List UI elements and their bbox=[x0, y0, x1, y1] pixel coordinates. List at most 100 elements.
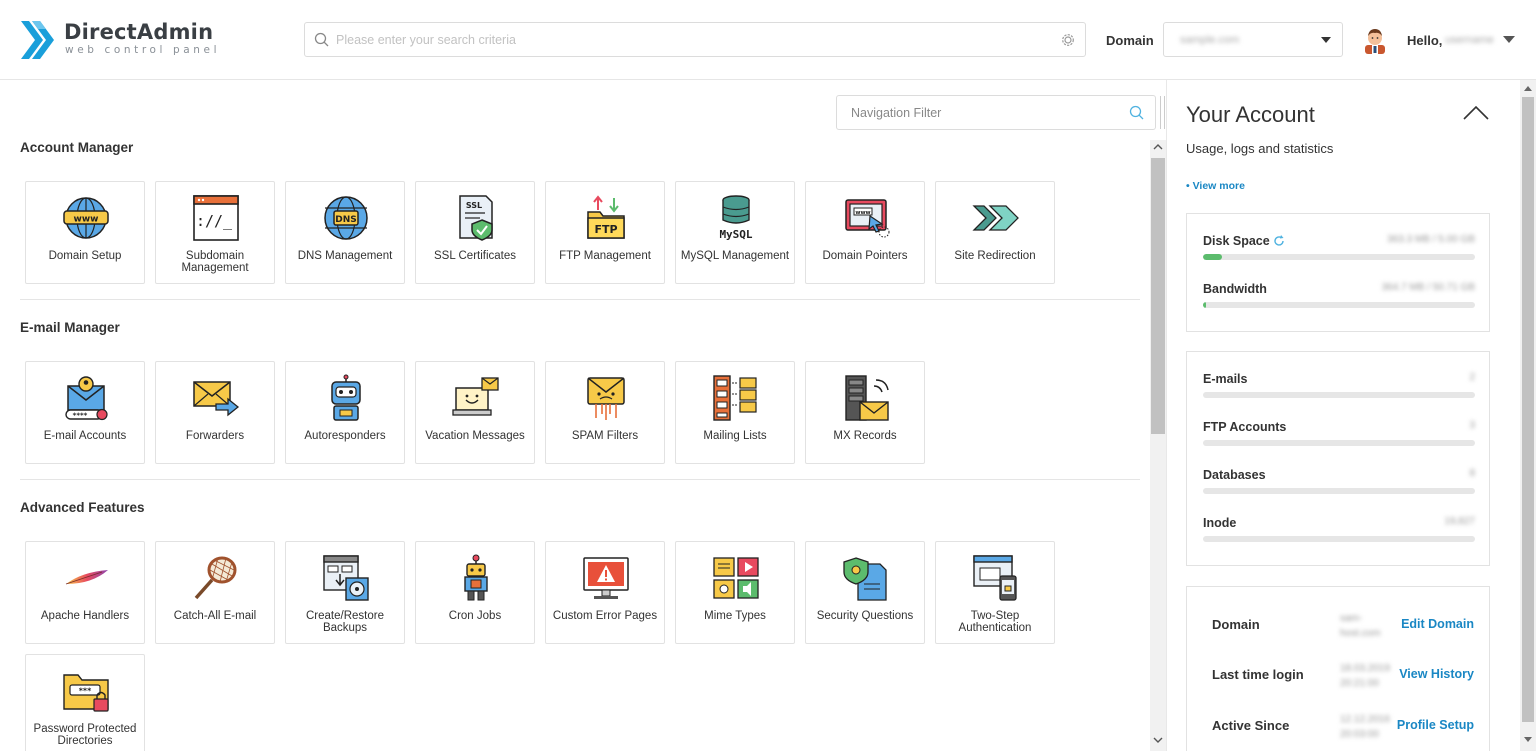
info-key: Active Since bbox=[1212, 718, 1290, 733]
stat-value: 3 bbox=[1469, 420, 1475, 431]
view-history-link[interactable]: View History bbox=[1399, 667, 1474, 681]
section-title-advanced-features: Advanced Features bbox=[20, 500, 145, 515]
tile-label: Cron Jobs bbox=[448, 610, 502, 622]
info-key: Domain bbox=[1212, 617, 1260, 632]
tile-label: Mailing Lists bbox=[703, 430, 767, 442]
stat-value: 363.3 MB / 5.00 GB bbox=[1387, 234, 1475, 245]
backup-disk-icon bbox=[323, 555, 369, 601]
svg-text:DNS: DNS bbox=[335, 215, 357, 225]
user-menu-caret-icon[interactable] bbox=[1503, 36, 1515, 43]
stat-value: 2 bbox=[1469, 372, 1475, 383]
main-scrollbar[interactable] bbox=[1150, 140, 1166, 751]
redirect-arrows-icon bbox=[972, 205, 1019, 231]
brand-subtitle: web control panel bbox=[65, 44, 221, 56]
svg-text:www: www bbox=[855, 210, 870, 216]
divider bbox=[1160, 96, 1161, 129]
scroll-down-icon[interactable] bbox=[1153, 736, 1163, 744]
vacation-laptop-icon bbox=[452, 377, 499, 416]
tile-create-restore-backups[interactable]: Create/Restore Backups bbox=[285, 541, 405, 644]
tile-security-questions[interactable]: Security Questions bbox=[805, 541, 925, 644]
navigation-filter[interactable] bbox=[836, 95, 1156, 130]
usage-card: Disk Space 363.3 MB / 5.00 GB Bandwidth … bbox=[1186, 213, 1490, 332]
info-row-last-login: Last time login 18.03.2019 20:21:00 View… bbox=[1212, 661, 1474, 701]
scroll-down-icon[interactable] bbox=[1524, 737, 1532, 743]
tile-catch-all-email[interactable]: Catch-All E-mail bbox=[155, 541, 275, 644]
navigation-filter-input[interactable] bbox=[851, 103, 1121, 123]
global-search[interactable] bbox=[304, 22, 1086, 57]
page-scrollbar[interactable] bbox=[1520, 80, 1536, 751]
refresh-icon[interactable] bbox=[1273, 235, 1285, 247]
globe-dns-icon: DNS bbox=[324, 196, 368, 240]
info-row-domain: Domain sam-host.com Edit Domain bbox=[1212, 611, 1474, 651]
progress-bar bbox=[1203, 302, 1475, 308]
page-scrollbar-thumb[interactable] bbox=[1522, 97, 1534, 722]
hello-greeting: Hello, bbox=[1407, 33, 1443, 48]
tile-spam-filters[interactable]: SPAM Filters bbox=[545, 361, 665, 464]
error-monitor-icon bbox=[583, 557, 629, 599]
progress-bar bbox=[1203, 392, 1475, 398]
sidebar-title: Your Account bbox=[1186, 102, 1315, 127]
mx-server-icon bbox=[845, 375, 889, 421]
tile-apache-handlers[interactable]: Apache Handlers bbox=[25, 541, 145, 644]
email-account-icon: **** bbox=[65, 376, 108, 421]
tile-label: Vacation Messages bbox=[425, 430, 525, 442]
tile-domain-pointers[interactable]: www Domain Pointers bbox=[805, 181, 925, 284]
tile-mailing-lists[interactable]: Mailing Lists bbox=[675, 361, 795, 464]
email-forward-icon bbox=[193, 381, 240, 417]
two-step-auth-icon bbox=[973, 555, 1017, 601]
tile-label: DNS Management bbox=[297, 250, 393, 262]
avatar[interactable] bbox=[1362, 26, 1388, 54]
tile-two-step-authentication[interactable]: Two-Step Authentication bbox=[935, 541, 1055, 644]
tile-email-accounts[interactable]: **** E-mail Accounts bbox=[25, 361, 145, 464]
tile-mysql-management[interactable]: MySQL MySQL Management bbox=[675, 181, 795, 284]
info-key: Last time login bbox=[1212, 667, 1304, 682]
tile-subdomain-management[interactable]: ://_ Subdomain Management bbox=[155, 181, 275, 284]
terminal-window-icon: ://_ bbox=[193, 195, 239, 241]
tile-custom-error-pages[interactable]: Custom Error Pages bbox=[545, 541, 665, 644]
directadmin-logo[interactable]: DirectAdmin web control panel bbox=[19, 18, 219, 62]
stat-name: Databases bbox=[1203, 468, 1266, 482]
domain-select[interactable]: sample.com bbox=[1163, 22, 1343, 57]
tile-label: Custom Error Pages bbox=[552, 610, 658, 622]
tile-mx-records[interactable]: MX Records bbox=[805, 361, 925, 464]
tile-domain-setup[interactable]: www Domain Setup bbox=[25, 181, 145, 284]
tile-label: Create/Restore Backups bbox=[306, 610, 384, 634]
scroll-up-icon[interactable] bbox=[1153, 143, 1163, 151]
profile-setup-link[interactable]: Profile Setup bbox=[1397, 718, 1474, 732]
tile-cron-jobs[interactable]: Cron Jobs bbox=[415, 541, 535, 644]
tile-site-redirection[interactable]: Site Redirection bbox=[935, 181, 1055, 284]
view-more-link[interactable]: • View more bbox=[1186, 180, 1245, 192]
mysql-database-icon: MySQL bbox=[719, 195, 753, 241]
tile-ssl-certificates[interactable]: SSL SSL Certificates bbox=[415, 181, 535, 284]
security-shield-icon bbox=[843, 557, 887, 601]
search-icon bbox=[314, 32, 329, 47]
tile-password-protected-directories[interactable]: *** Password Protected Directories bbox=[25, 654, 145, 751]
tile-vacation-messages[interactable]: Vacation Messages bbox=[415, 361, 535, 464]
tile-label: Site Redirection bbox=[954, 250, 1036, 262]
tile-autoresponders[interactable]: Autoresponders bbox=[285, 361, 405, 464]
chevron-up-icon[interactable] bbox=[1463, 106, 1489, 120]
main-scrollbar-thumb[interactable] bbox=[1151, 158, 1165, 434]
tile-label: Security Questions bbox=[816, 610, 914, 622]
tile-forwarders[interactable]: Forwarders bbox=[155, 361, 275, 464]
tile-label: Forwarders bbox=[185, 430, 245, 442]
tile-dns-management[interactable]: DNS DNS Management bbox=[285, 181, 405, 284]
tile-label: Domain Setup bbox=[48, 250, 122, 262]
edit-domain-link[interactable]: Edit Domain bbox=[1401, 617, 1474, 631]
main-panel: Account Manager www Domain Setup ://_ Su… bbox=[0, 80, 1166, 751]
tile-ftp-management[interactable]: FTP FTP Management bbox=[545, 181, 665, 284]
divider bbox=[1164, 96, 1165, 129]
tile-label: SSL Certificates bbox=[433, 250, 517, 262]
stat-name: E-mails bbox=[1203, 372, 1248, 386]
progress-bar bbox=[1203, 488, 1475, 494]
gear-icon[interactable] bbox=[1060, 32, 1076, 48]
scroll-up-icon[interactable] bbox=[1524, 85, 1532, 91]
tile-mime-types[interactable]: Mime Types bbox=[675, 541, 795, 644]
search-icon bbox=[1129, 105, 1144, 120]
brand-title: DirectAdmin bbox=[64, 20, 214, 44]
info-value: 12.12.2016 20:03:00 bbox=[1340, 714, 1391, 740]
tile-label: Apache Handlers bbox=[40, 610, 130, 622]
search-input[interactable] bbox=[336, 29, 1036, 51]
svg-text:***: *** bbox=[79, 687, 92, 696]
browser-pointer-icon: www bbox=[845, 199, 890, 238]
